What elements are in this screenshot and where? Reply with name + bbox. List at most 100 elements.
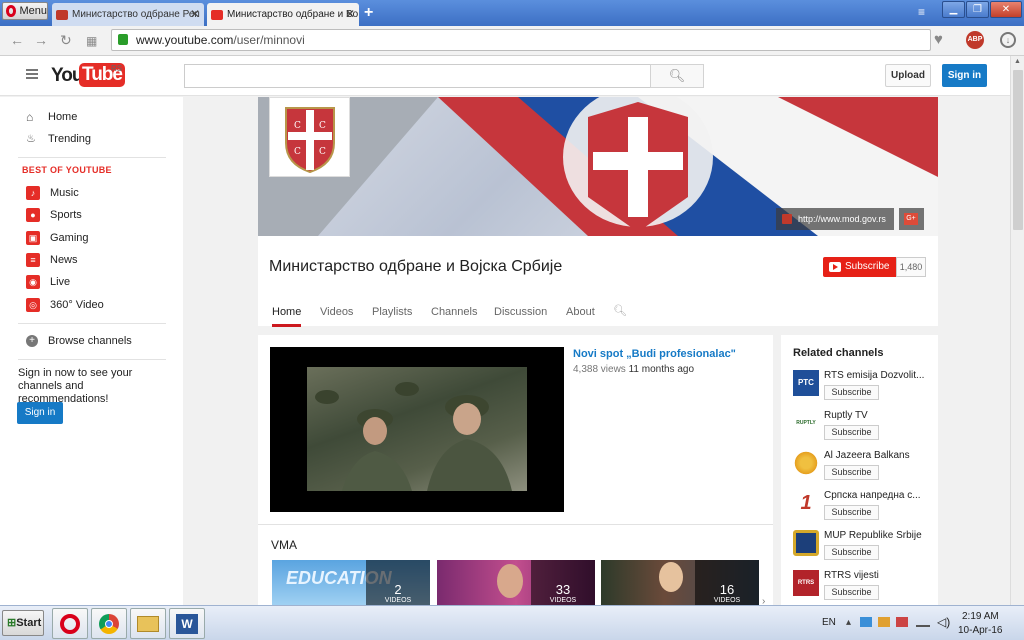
related-channel-name[interactable]: RTRS vijesti [824,570,934,581]
signin-prompt: Sign in now to see your channels and rec… [18,367,133,405]
channel-avatar[interactable]: С С С С [269,97,350,177]
sidebar-item-browse-channels[interactable]: + Browse channels [26,332,132,350]
related-channel-item[interactable]: РТС RTS emisija Dozvolit... Subscribe [793,370,933,408]
related-subscribe-button[interactable]: Subscribe [824,545,879,560]
browser-tab-2[interactable]: Министарство одбране и Во ✕ [207,3,359,26]
tab-menu-icon[interactable]: ≡ [918,5,925,19]
browser-tab-1[interactable]: Министарство одбране Реп ✕ [52,3,204,26]
related-channel-name[interactable]: MUP Republike Srbije [824,530,934,541]
taskbar-chrome[interactable] [91,608,127,639]
sidebar-item-home[interactable]: ⌂ Home [26,108,77,126]
opera-menu-button[interactable]: Menu [2,2,48,20]
related-subscribe-button[interactable]: Subscribe [824,505,879,520]
tray-expand-icon[interactable]: ▴ [846,617,851,628]
playlist-count-overlay: 33 VIDEOS [531,560,595,605]
related-subscribe-button[interactable]: Subscribe [824,385,879,400]
sidebar-item-sports[interactable]: ● Sports [26,206,82,224]
related-subscribe-button[interactable]: Subscribe [824,425,879,440]
clock-date[interactable]: 10-Apr-16 [958,625,1002,636]
channel-banner: http://www.mod.gov.rs G+ [258,97,938,236]
forward-icon[interactable]: → [34,32,48,48]
svg-text:С: С [319,121,326,131]
download-icon[interactable]: ↓ [1000,32,1016,48]
scroll-up-icon[interactable]: ▲ [1014,58,1021,65]
clock-time[interactable]: 2:19 AM [962,611,999,622]
guide-menu-icon[interactable] [26,69,38,79]
speed-dial-icon[interactable]: ▦ [86,34,97,48]
tab-playlists[interactable]: Playlists [372,306,412,318]
close-tab-icon[interactable]: ✕ [345,7,355,21]
video-frame-soldiers [307,367,527,491]
related-channel-name[interactable]: RTS emisija Dozvolit... [824,370,934,381]
featured-video-meta: 4,388 views 11 months ago [573,364,694,375]
tray-drive-icon [860,617,872,627]
page-scrollbar[interactable]: ▲ [1010,56,1024,605]
reload-icon[interactable]: ↻ [60,32,72,49]
maximize-button[interactable]: ❐ [966,1,989,18]
tab-channels[interactable]: Channels [431,306,477,318]
banner-gplus-link[interactable]: G+ [899,208,924,230]
best-of-youtube-heading: BEST OF YOUTUBE [22,165,112,175]
tab-home[interactable]: Home [272,306,302,327]
related-channel-name[interactable]: Српска напредна с... [824,490,934,501]
tab-title: Министарство одбране Реп [72,9,200,20]
close-window-button[interactable]: ✕ [990,1,1022,18]
youtube-logo-you[interactable]: You [51,65,84,87]
taskbar-word[interactable]: W [169,608,205,639]
language-indicator[interactable]: EN [822,617,836,628]
featured-video-age: 11 months ago [628,364,695,375]
sidebar-item-360-video[interactable]: ◎ 360° Video [26,296,104,314]
featured-video-player[interactable] [270,347,564,512]
adblock-plus-icon[interactable]: ABP [966,31,984,49]
serbia-coat-of-arms-icon: С С С С [285,107,335,174]
close-tab-icon[interactable]: ✕ [190,7,200,21]
related-channel-name[interactable]: Ruptly TV [824,410,934,421]
network-icon[interactable] [916,617,930,627]
opera-icon [60,614,80,634]
bookmark-heart-icon[interactable]: ♥ [934,31,943,48]
taskbar-opera[interactable] [52,608,88,639]
related-channel-item[interactable]: Al Jazeera Balkans Subscribe [793,450,933,488]
new-tab-button[interactable]: + [364,4,373,22]
related-subscribe-button[interactable]: Subscribe [824,465,879,480]
tab-about[interactable]: About [566,306,595,318]
sidebar-item-label: News [50,254,78,266]
related-channel-item[interactable]: 1 Српска напредна с... Subscribe [793,490,933,528]
sidebar-item-music[interactable]: ♪ Music [26,184,79,202]
minimize-button[interactable]: ▁ [942,1,965,18]
sidebar-signin-button[interactable]: Sign in [17,402,63,424]
playlist-thumb[interactable]: EDUCATION 2 VIDEOS [272,560,430,605]
sidebar-item-news[interactable]: ≡ News [26,251,78,269]
sidebar-item-gaming[interactable]: ▣ Gaming [26,229,89,247]
channel-header [258,236,938,326]
taskbar-explorer[interactable] [130,608,166,639]
volume-icon[interactable]: ◁) [937,615,950,629]
search-button[interactable]: 🔍︎ [650,64,704,88]
upload-button[interactable]: Upload [885,64,931,87]
playlist-thumb[interactable]: 33 VIDEOS [437,560,595,605]
vma-section-title[interactable]: VMA [271,538,297,552]
related-channel-item[interactable]: MUP Republike Srbije Subscribe [793,530,933,568]
related-subscribe-button[interactable]: Subscribe [824,585,879,600]
plus-circle-icon: + [26,335,38,347]
sidebar-divider [18,359,166,360]
channel-search-icon[interactable]: 🔍︎ [613,304,627,317]
related-channel-name[interactable]: Al Jazeera Balkans [824,450,934,461]
sidebar-item-trending[interactable]: ♨ Trending [26,130,91,148]
scrollbar-thumb[interactable] [1013,70,1023,230]
start-button[interactable]: ⊞Start [2,610,44,636]
header-signin-button[interactable]: Sign in [942,64,987,87]
sidebar-item-label: Browse channels [48,335,132,347]
search-input[interactable] [184,64,651,88]
subscribe-button[interactable]: Subscribe [823,257,896,277]
address-bar[interactable]: www.youtube.com/user/minnovi [111,29,931,51]
tab-videos[interactable]: Videos [320,306,353,318]
playlist-thumb[interactable]: 16 VIDEOS [601,560,759,605]
featured-video-title[interactable]: Novi spot „Budi profesionalac" [573,348,736,360]
back-icon[interactable]: ← [10,32,24,48]
related-channel-item[interactable]: RTRS RTRS vijesti Subscribe [793,570,933,608]
related-channel-item[interactable]: RUPTLY Ruptly TV Subscribe [793,410,933,448]
tab-discussion[interactable]: Discussion [494,306,547,318]
sidebar-item-live[interactable]: ◉ Live [26,273,70,291]
banner-website-link[interactable]: http://www.mod.gov.rs [776,208,894,230]
